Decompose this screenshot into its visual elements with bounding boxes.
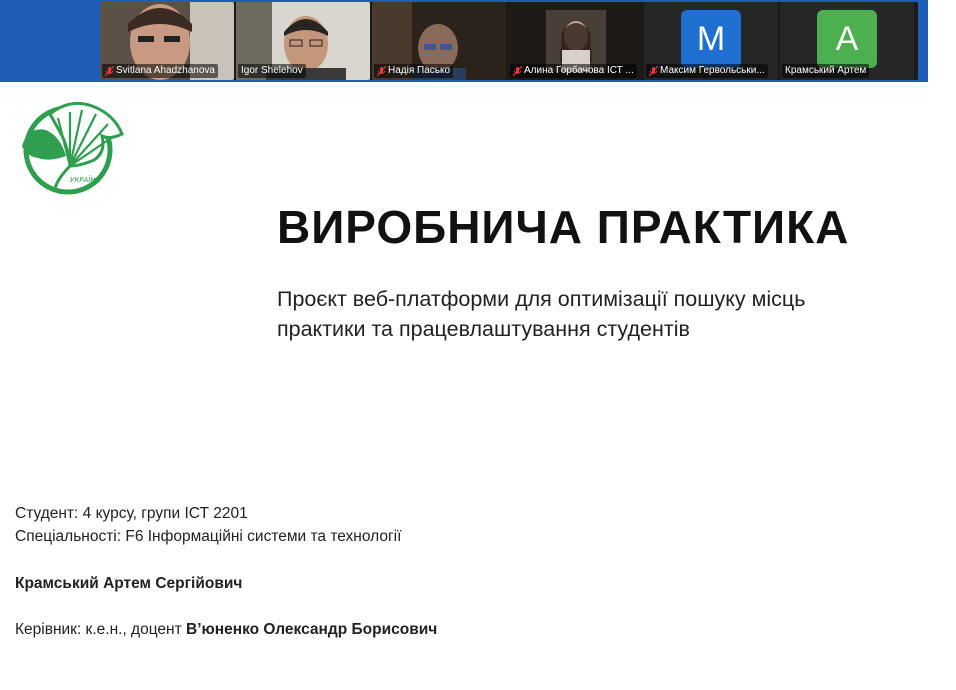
logo-text: УКРАЇНА — [70, 175, 101, 184]
participant-tile[interactable]: Надія Пасько — [372, 2, 506, 80]
mic-muted-icon — [105, 65, 114, 76]
avatar: M — [681, 10, 741, 68]
participant-name-label: Максим Гервольськи... — [646, 64, 768, 78]
specialty-line: Спеціальності: F6 Інформаційні системи т… — [15, 528, 402, 545]
subtitle-line: практики та працевлаштування студентів — [277, 317, 690, 341]
participant-tile[interactable]: M Максим Гервольськи... — [644, 2, 778, 80]
participant-name-label: Надія Пасько — [374, 64, 454, 78]
subtitle-line: Проєкт веб-платформи для оптимізації пош… — [277, 287, 806, 311]
mic-muted-icon — [377, 65, 386, 76]
university-logo: УКРАЇНА — [10, 96, 130, 196]
participant-gallery: Svitlana Ahadzhanova Igor Shelehov Надія… — [100, 2, 918, 80]
supervisor-name: В’юненко Олександр Борисович — [186, 621, 438, 638]
slide-subtitle: Проєкт веб-платформи для оптимізації пош… — [277, 284, 897, 344]
supervisor-line: Керівник: к.е.н., доцент В’юненко Олекса… — [15, 621, 437, 639]
participant-name-label: Алина Горбачова ІСТ ... — [510, 64, 637, 78]
participant-name-label: Крамський Артем — [782, 64, 870, 78]
strip-right-margin — [928, 0, 956, 82]
slide-title: ВИРОБНИЧА ПРАКТИКА — [277, 201, 850, 253]
participant-tile[interactable]: Алина Горбачова ІСТ ... — [508, 2, 642, 80]
participant-name-label: Igor Shelehov — [238, 64, 306, 78]
avatar: A — [817, 10, 877, 68]
participant-tile-active-speaker[interactable]: Igor Shelehov — [236, 2, 370, 80]
mic-muted-icon — [649, 65, 658, 76]
participant-name-label: Svitlana Ahadzhanova — [102, 64, 218, 78]
student-name: Крамський Артем Сергійович — [15, 575, 243, 592]
ginkgo-leaf-icon: УКРАЇНА — [22, 101, 124, 195]
mic-muted-icon — [513, 65, 522, 76]
student-course-line: Студент: 4 курсу, групи ІСТ 2201 — [15, 505, 248, 522]
participant-tile[interactable]: A Крамський Артем — [780, 2, 914, 80]
participant-tile[interactable]: Svitlana Ahadzhanova — [100, 2, 234, 80]
supervisor-prefix: Керівник: к.е.н., доцент — [15, 621, 182, 638]
